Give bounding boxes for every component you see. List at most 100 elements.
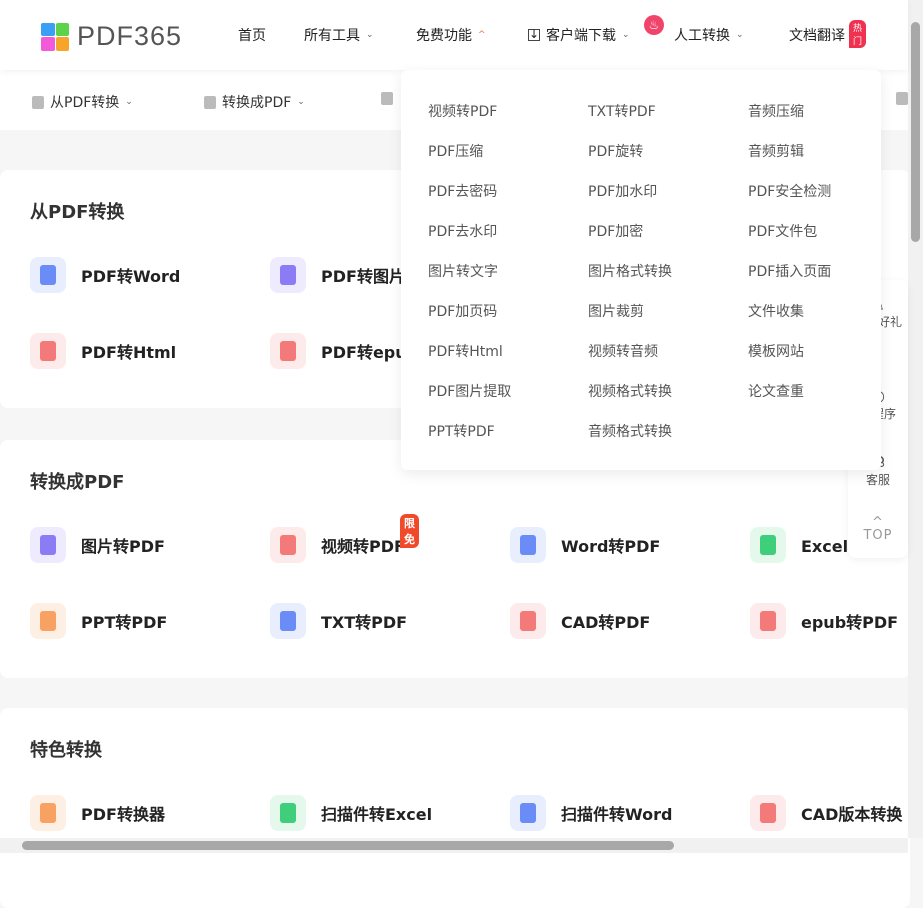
dropdown-item[interactable]: PDF去密码 — [428, 181, 497, 201]
tool-icon — [270, 795, 306, 831]
tool-item[interactable]: PDF转图片 — [270, 257, 405, 293]
label: 客服 — [865, 473, 890, 487]
dropdown-item[interactable]: PDF加页码 — [428, 301, 497, 321]
subnav-security[interactable] — [381, 92, 393, 105]
tool-item[interactable]: epub转PDF — [750, 603, 898, 639]
nav-item[interactable]: 免费功能 ^ — [416, 25, 486, 45]
dropdown-item[interactable]: PDF文件包 — [748, 221, 817, 241]
chevron-down-icon: ⌄ — [125, 97, 133, 107]
dropdown-item[interactable]: PDF加密 — [588, 221, 643, 241]
tool-item[interactable]: CAD转PDF — [510, 603, 650, 639]
logo[interactable]: PDF365 — [41, 21, 182, 52]
doc-icon — [896, 92, 908, 105]
tool-icon — [270, 257, 306, 293]
dropdown-item[interactable]: PDF压缩 — [428, 141, 483, 161]
nav-item[interactable]: 文档翻译 热门 — [789, 20, 867, 48]
tool-label: CAD版本转换 — [801, 805, 903, 824]
shield-icon — [381, 92, 393, 105]
dropdown-item[interactable]: PDF旋转 — [588, 141, 643, 161]
dropdown-item[interactable]: 视频转音频 — [588, 341, 658, 361]
tool-label: PDF转图片 — [321, 267, 405, 286]
tool-label: 图片转PDF — [81, 537, 165, 556]
nav-item[interactable]: ↓ 客户端下载 ⌄ — [528, 25, 630, 45]
horizontal-scrollbar[interactable] — [0, 838, 908, 853]
back-to-top-button[interactable]: ^ TOP — [848, 516, 908, 542]
tool-label: epub转PDF — [801, 613, 899, 632]
file-icon — [204, 95, 216, 109]
tool-item[interactable]: 视频转PDF 限免 — [270, 514, 419, 563]
dropdown-item[interactable]: 图片转文字 — [428, 261, 498, 281]
tool-label: 扫描件转Excel — [321, 805, 433, 824]
nav-item[interactable]: 首页 — [238, 25, 266, 45]
dropdown-item[interactable]: PDF去水印 — [428, 221, 497, 241]
nav-label: 首页 — [238, 28, 266, 44]
header: PDF365 首页 所有工具 ⌄ 免费功能 ^ ↓ 客户端下载 ⌄ ♨ 人工转换 ⌄ 文档翻译 热门 — [0, 0, 908, 70]
fire-icon: ♨ — [644, 15, 664, 35]
tool-item[interactable]: 扫描件转Word — [510, 795, 672, 831]
dropdown-item[interactable]: PDF加水印 — [588, 181, 657, 201]
tool-icon — [30, 527, 66, 563]
dropdown-item[interactable]: 音频格式转换 — [588, 421, 672, 441]
chevron-down-icon: ⌄ — [622, 30, 630, 40]
tool-icon — [510, 603, 546, 639]
tool-item[interactable]: PPT转PDF — [30, 603, 167, 639]
nav-label: 免费功能 — [416, 28, 472, 44]
tool-icon — [270, 333, 306, 369]
chevron-down-icon: ⌄ — [366, 30, 374, 40]
nav-item[interactable]: ♨ 人工转换 ⌄ — [644, 15, 744, 45]
dropdown-item[interactable]: TXT转PDF — [588, 101, 656, 121]
tool-item[interactable]: PDF转Html — [30, 333, 176, 369]
subnav-doc[interactable] — [896, 92, 908, 105]
dropdown-item[interactable]: 视频格式转换 — [588, 381, 672, 401]
logo-icon — [41, 22, 69, 51]
tool-item[interactable]: PDF转Word — [30, 257, 180, 293]
dropdown-item[interactable]: 图片裁剪 — [588, 301, 644, 321]
dropdown-item[interactable]: 模板网站 — [748, 341, 804, 361]
label: 从PDF转换 — [50, 95, 120, 111]
tool-icon — [270, 527, 306, 563]
dropdown-item[interactable]: 图片格式转换 — [588, 261, 672, 281]
nav-label: 人工转换 — [674, 28, 730, 44]
dropdown-item[interactable]: PDF图片提取 — [428, 381, 511, 401]
free-features-dropdown: 视频转PDF PDF压缩 PDF去密码 PDF去水印 图片转文字 PDF加页码 PDF转Ht… — [401, 70, 881, 470]
tool-icon — [30, 333, 66, 369]
section-title: 转换成PDF — [30, 472, 125, 493]
tool-item[interactable]: 图片转PDF — [30, 527, 165, 563]
tool-item[interactable]: TXT转PDF — [270, 603, 407, 639]
dropdown-item[interactable]: 论文查重 — [748, 381, 804, 401]
tool-icon — [30, 603, 66, 639]
dropdown-item[interactable]: 文件收集 — [748, 301, 804, 321]
tool-label: TXT转PDF — [321, 613, 408, 632]
section-card: 转换成PDF图片转PDF视频转PDF限免Word转PDFExcel转PDFPPT… — [0, 440, 910, 678]
section-title: 从PDF转换 — [30, 202, 125, 223]
subnav-from-pdf[interactable]: 从PDF转换 ⌄ — [32, 92, 133, 112]
vertical-scrollbar[interactable] — [908, 0, 923, 838]
tool-item[interactable]: 扫描件转Excel — [270, 795, 432, 831]
logo-text: PDF365 — [77, 21, 183, 51]
tool-label: PDF转换器 — [81, 805, 165, 824]
dropdown-item[interactable]: 音频压缩 — [748, 101, 804, 121]
chevron-down-icon: ⌄ — [736, 30, 744, 40]
nav-item[interactable]: 所有工具 ⌄ — [304, 25, 374, 45]
chevron-up-icon: ^ — [478, 30, 486, 40]
tool-label: Word转PDF — [561, 537, 661, 556]
dropdown-item[interactable]: PDF安全检测 — [748, 181, 831, 201]
dropdown-item[interactable]: 音频剪辑 — [748, 141, 804, 161]
label: 转换成PDF — [222, 95, 292, 111]
tool-item[interactable]: CAD版本转换 — [750, 795, 902, 831]
nav-label: 所有工具 — [304, 28, 360, 44]
tool-item[interactable]: PDF转epub — [270, 333, 418, 369]
dropdown-item[interactable]: 视频转PDF — [428, 101, 497, 121]
tool-icon — [750, 795, 786, 831]
dropdown-item[interactable]: PDF转Html — [428, 341, 503, 361]
dropdown-item[interactable]: PPT转PDF — [428, 421, 495, 441]
nav-label: 文档翻译 — [789, 28, 845, 44]
subnav-to-pdf[interactable]: 转换成PDF ⌄ — [204, 92, 305, 112]
tool-label: 视频转PDF — [321, 537, 405, 556]
tool-item[interactable]: PDF转换器 — [30, 795, 165, 831]
free-badge: 限免 — [400, 514, 419, 548]
tool-icon — [270, 603, 306, 639]
tool-item[interactable]: Word转PDF — [510, 527, 660, 563]
file-icon — [32, 95, 44, 109]
dropdown-item[interactable]: PDF插入页面 — [748, 261, 831, 281]
